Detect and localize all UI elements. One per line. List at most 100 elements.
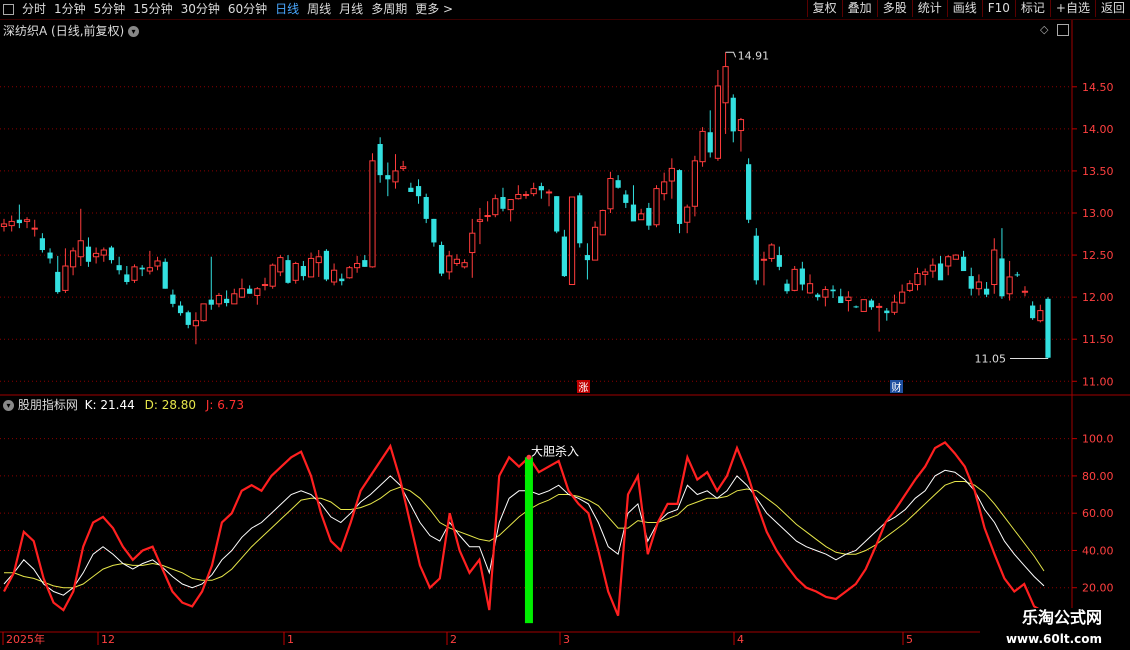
candle-body [1021, 290, 1029, 293]
candle-body [568, 196, 576, 286]
candle-body [108, 247, 115, 261]
candle-body [561, 236, 567, 277]
candle-body [16, 219, 22, 224]
dropdown-chevron-icon[interactable]: ▾ [128, 26, 140, 37]
candle-body [515, 193, 522, 200]
candle-body [676, 170, 683, 224]
candle-body [838, 296, 844, 304]
candle-body [922, 271, 929, 275]
candle-body [975, 281, 983, 290]
time-axis-label: 1 [287, 633, 294, 646]
candle-body [615, 180, 621, 188]
indicator-chevron-icon[interactable]: ▾ [3, 400, 14, 411]
candle-body [292, 262, 299, 281]
chart-mode: (日线,前复权) [51, 24, 125, 38]
candle-body [208, 299, 214, 305]
candle-body [952, 254, 959, 260]
candle-body [39, 238, 45, 251]
candle-body [185, 312, 191, 325]
candle-body [960, 256, 967, 272]
candle-body [55, 271, 61, 293]
candle-body [323, 250, 330, 280]
candle-body [500, 197, 506, 209]
candle-body [354, 262, 361, 269]
candle-body [929, 264, 936, 272]
candle-body [385, 175, 391, 180]
candle-body [415, 186, 422, 197]
diamond-icon[interactable]: ◇ [1040, 23, 1048, 36]
candle-body [1014, 274, 1020, 276]
candle-body [768, 244, 775, 259]
candle-body [254, 288, 261, 296]
candle-body [31, 227, 38, 230]
time-axis-label: 5 [906, 633, 913, 646]
j-line [3, 441, 1045, 617]
candle-body [822, 289, 829, 298]
candle-body [607, 178, 614, 210]
candle-body [815, 294, 821, 298]
event-marker-label: 财 [892, 381, 902, 394]
candle-body [753, 235, 759, 281]
candle-body [139, 267, 145, 270]
candle-body [623, 194, 629, 203]
candle-body [300, 266, 306, 277]
candle-body [200, 303, 207, 322]
candle-body [62, 265, 69, 291]
candle-body [69, 250, 77, 268]
j-value: J: 6.73 [205, 398, 244, 412]
stock-title: 深纺织A [3, 24, 48, 38]
candle-body [691, 160, 698, 207]
price-tick-label: 11.00 [1082, 375, 1114, 388]
candle-body [247, 288, 253, 294]
candle-body [968, 276, 974, 289]
candle-body [891, 301, 898, 313]
time-axis-label: 3 [563, 633, 570, 646]
candle-body [638, 213, 645, 221]
candle-body [177, 305, 184, 314]
k-value: K: 21.44 [84, 398, 135, 412]
candle-body [845, 296, 852, 301]
price-tick-label: 13.00 [1082, 207, 1114, 220]
price-tick-label: 12.00 [1082, 291, 1114, 304]
candle-body [714, 85, 722, 159]
candle-body [722, 66, 729, 104]
candle-body [192, 320, 200, 327]
candle-body [707, 132, 713, 153]
candle-body [914, 273, 921, 286]
time-axis-label: 4 [737, 633, 744, 646]
d-line [4, 481, 1045, 589]
candle-body [346, 267, 353, 279]
candle-body [876, 305, 883, 308]
candle-body [799, 268, 805, 285]
panel-toggle-icon[interactable] [1057, 24, 1069, 36]
candle-body [431, 218, 437, 243]
candle-body [231, 293, 238, 305]
candle-body [737, 119, 745, 132]
candle-body [522, 193, 530, 196]
watermark: 乐淘公式网 www.60lt.com [980, 608, 1130, 650]
time-axis-label: 2025年 [6, 632, 45, 646]
candle-body [476, 219, 484, 222]
indicator-tick-label: 100.0 [1082, 433, 1114, 446]
candle-body [47, 252, 53, 259]
candle-body [538, 186, 544, 191]
candle-body [577, 195, 583, 244]
indicator-name: 股朋指标网 [17, 398, 78, 412]
candle-body [131, 266, 138, 281]
time-axis-label: 2 [450, 633, 457, 646]
candle-body [124, 274, 130, 282]
candle-body [684, 206, 691, 223]
chart-canvas[interactable]: 14.50 14.00 13.50 13.00 12.50 12.00 11.50 11.00… [0, 0, 1130, 650]
candle-body [937, 263, 944, 281]
candle-body [116, 265, 122, 271]
candle-body [492, 198, 499, 216]
candle-body [408, 187, 414, 192]
candle-body [93, 252, 100, 258]
candle-body [507, 199, 514, 211]
buy-signal-bar [524, 457, 533, 624]
candle-body [653, 188, 660, 226]
time-axis-label: 12 [101, 633, 115, 646]
candle-body [853, 306, 859, 308]
candle-body [584, 255, 591, 261]
high-price-label: 14.91 [738, 49, 770, 62]
